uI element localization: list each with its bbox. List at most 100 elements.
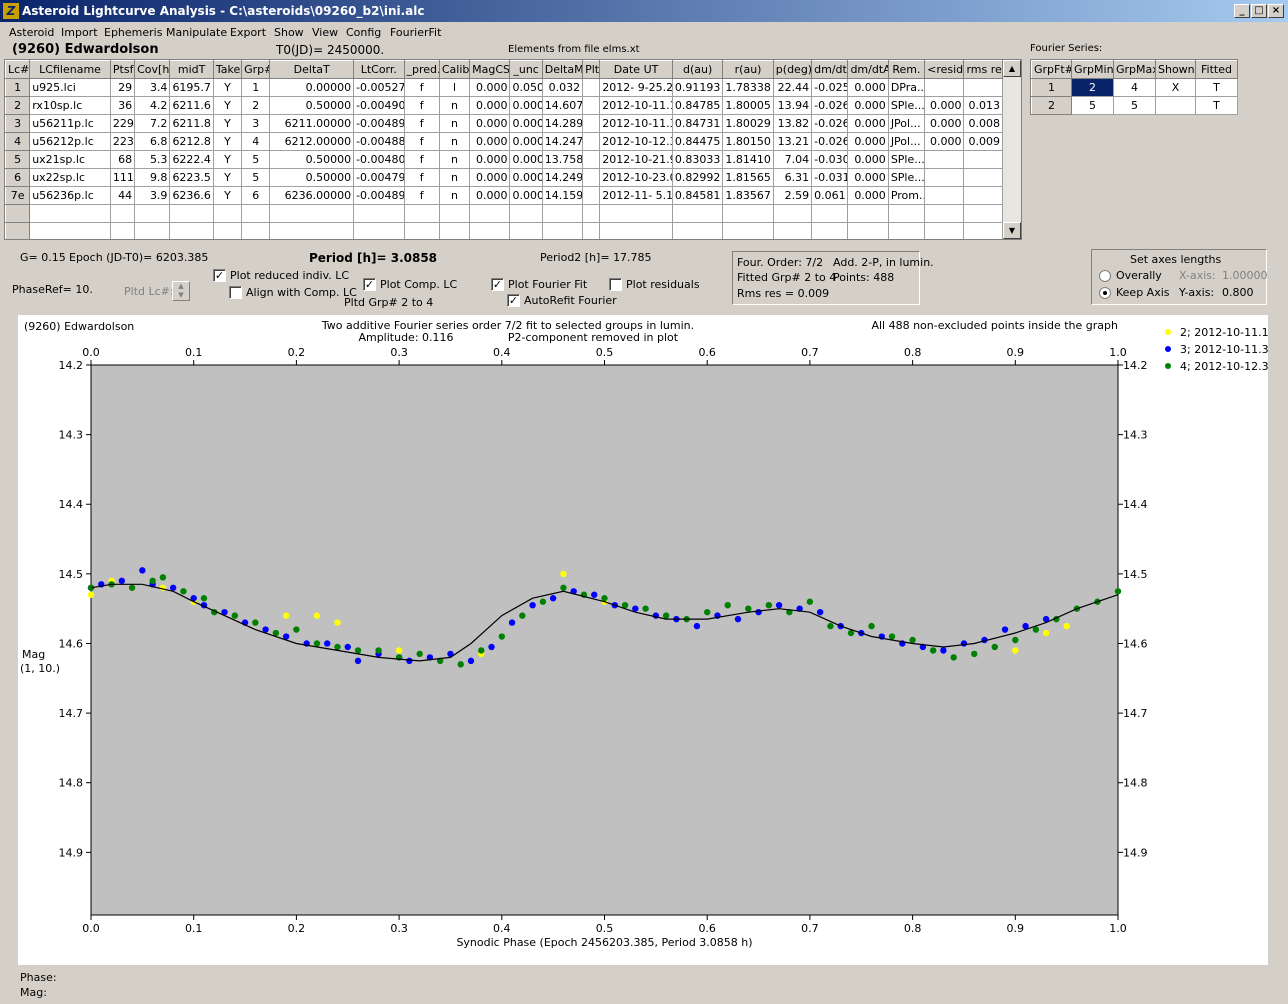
- lc-table-row[interactable]: 1 u925.lci 29 3.4 6195.7 Y 1 0.00000 -0.00527 f l 0…: [5, 78, 1003, 97]
- fourier-cell[interactable]: 2: [1071, 78, 1114, 97]
- lc-cell[interactable]: 1.78338: [722, 78, 774, 97]
- lc-cell[interactable]: 0.000: [847, 132, 889, 151]
- lc-cell[interactable]: [924, 150, 965, 169]
- lc-column-header[interactable]: <resid>: [924, 60, 965, 79]
- lc-cell[interactable]: 13.21: [772, 132, 813, 151]
- lc-cell[interactable]: 6223.5: [169, 168, 214, 187]
- lc-column-header[interactable]: _unc: [509, 60, 543, 79]
- lc-cell[interactable]: [722, 204, 774, 223]
- lc-column-header[interactable]: MagCS: [469, 60, 511, 79]
- lc-cell[interactable]: 223: [109, 132, 136, 151]
- lc-cell[interactable]: 6.31: [772, 168, 813, 187]
- lc-cell[interactable]: 29: [109, 78, 136, 97]
- fourier-column-header[interactable]: Fitted: [1195, 60, 1238, 79]
- lc-cell[interactable]: 14.159: [541, 186, 584, 205]
- lc-cell[interactable]: 6236.6: [169, 186, 214, 205]
- lc-cell[interactable]: [963, 78, 1003, 97]
- lc-cell[interactable]: [599, 204, 673, 223]
- fourier-cell[interactable]: 5: [1113, 96, 1156, 115]
- lc-cell[interactable]: f: [403, 150, 440, 169]
- lc-cell[interactable]: -0.00489: [353, 114, 405, 133]
- lc-cell[interactable]: [541, 204, 584, 223]
- lc-cell[interactable]: 4: [241, 132, 271, 151]
- lc-cell[interactable]: [582, 168, 601, 187]
- lc-cell[interactable]: [599, 222, 673, 239]
- lc-cell[interactable]: 2012-10-21.9: [599, 150, 673, 169]
- lc-cell[interactable]: [109, 222, 136, 239]
- lc-cell[interactable]: 14.607: [541, 96, 584, 115]
- lc-cell[interactable]: [811, 222, 849, 239]
- lc-cell[interactable]: 0.000: [469, 168, 511, 187]
- lc-cell[interactable]: 3.9: [134, 186, 171, 205]
- lc-column-header[interactable]: Calib.: [438, 60, 471, 79]
- lc-cell[interactable]: [963, 168, 1003, 187]
- align-comp-checkbox[interactable]: [229, 286, 242, 299]
- lc-cell[interactable]: 0.000: [847, 96, 889, 115]
- lc-cell[interactable]: [924, 204, 965, 223]
- lc-cell[interactable]: 6211.6: [169, 96, 214, 115]
- lc-column-header[interactable]: r(au): [722, 60, 774, 79]
- lc-cell[interactable]: -0.00479: [353, 168, 405, 187]
- lc-cell[interactable]: u56212p.lc: [29, 132, 111, 151]
- fourier-cell[interactable]: T: [1195, 96, 1238, 115]
- lc-cell[interactable]: 0.000: [924, 96, 965, 115]
- lc-cell[interactable]: 111: [109, 168, 136, 187]
- lc-column-header[interactable]: Rem.: [887, 60, 926, 79]
- lc-cell[interactable]: [353, 204, 405, 223]
- lc-cell[interactable]: [582, 96, 601, 115]
- lc-cell[interactable]: f: [403, 114, 440, 133]
- lc-cell[interactable]: 2.59: [772, 186, 813, 205]
- menu-import[interactable]: Import: [61, 26, 98, 39]
- lc-cell[interactable]: 2: [241, 96, 271, 115]
- fourier-row-header[interactable]: 2: [1031, 96, 1072, 115]
- lc-cell[interactable]: u925.lci: [29, 78, 111, 97]
- lc-cell[interactable]: 229: [109, 114, 136, 133]
- lc-cell[interactable]: 6212.00000: [269, 132, 355, 151]
- lc-cell[interactable]: 13.758: [541, 150, 584, 169]
- lc-cell[interactable]: [811, 204, 849, 223]
- fourier-cell[interactable]: X: [1155, 78, 1196, 97]
- lc-cell[interactable]: [963, 186, 1003, 205]
- lc-cell[interactable]: [924, 186, 965, 205]
- lc-cell[interactable]: JPol...: [887, 132, 926, 151]
- lc-row-header[interactable]: 4: [5, 132, 31, 151]
- lc-cell[interactable]: [772, 222, 813, 239]
- lc-cell[interactable]: Y: [212, 96, 243, 115]
- lc-cell[interactable]: 0.000: [847, 168, 889, 187]
- pltd-lc-spinner[interactable]: ▲ ▼: [172, 281, 190, 301]
- lc-column-header[interactable]: rms res: [963, 60, 1003, 79]
- lc-cell[interactable]: 0.000: [469, 114, 511, 133]
- lc-cell[interactable]: 6222.4: [169, 150, 214, 169]
- lc-cell[interactable]: [212, 222, 243, 239]
- lc-cell[interactable]: 0.84581: [671, 186, 724, 205]
- lc-cell[interactable]: 0.000: [469, 78, 511, 97]
- lc-cell[interactable]: 6236.00000: [269, 186, 355, 205]
- lc-column-header[interactable]: Plt: [582, 60, 601, 79]
- lc-cell[interactable]: [924, 168, 965, 187]
- lc-column-header[interactable]: LtCorr.: [353, 60, 405, 79]
- lc-row-header[interactable]: 3: [5, 114, 31, 133]
- lc-column-header[interactable]: d(au): [671, 60, 724, 79]
- lc-cell[interactable]: [924, 78, 965, 97]
- lc-cell[interactable]: 6212.8: [169, 132, 214, 151]
- lc-cell[interactable]: [438, 204, 471, 223]
- lc-cell[interactable]: [469, 204, 511, 223]
- lc-cell[interactable]: -0.00489: [353, 186, 405, 205]
- lc-cell[interactable]: [582, 114, 601, 133]
- lc-cell[interactable]: 7.2: [134, 114, 171, 133]
- lc-cell[interactable]: 0.000: [469, 150, 511, 169]
- lc-column-header[interactable]: Ptsf: [109, 60, 136, 79]
- scroll-up-icon[interactable]: ▲: [1003, 60, 1021, 77]
- lc-cell[interactable]: [887, 204, 926, 223]
- lc-cell[interactable]: 3.4: [134, 78, 171, 97]
- menu-manipulate[interactable]: Manipulate: [166, 26, 227, 39]
- fourier-column-header[interactable]: GrpMin: [1071, 60, 1114, 79]
- lc-row-header[interactable]: 2: [5, 96, 31, 115]
- lc-cell[interactable]: 0.000: [469, 96, 511, 115]
- lc-cell[interactable]: 0.00000: [269, 78, 355, 97]
- lc-cell[interactable]: 6.8: [134, 132, 171, 151]
- lc-cell[interactable]: Y: [212, 150, 243, 169]
- lc-cell[interactable]: 2012-11- 5.1: [599, 186, 673, 205]
- lc-cell[interactable]: 0.000: [924, 132, 965, 151]
- lc-cell[interactable]: 7.04: [772, 150, 813, 169]
